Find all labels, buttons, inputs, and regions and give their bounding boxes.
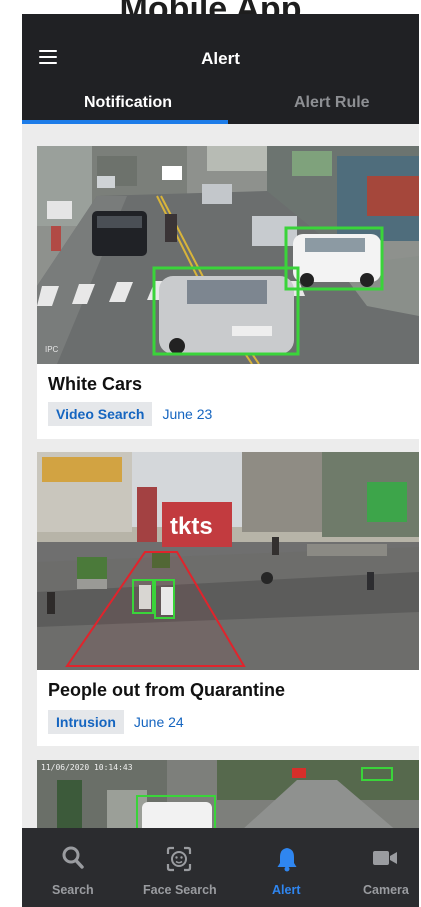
nav-alert[interactable]: Alert <box>247 828 327 907</box>
bell-icon <box>277 848 297 872</box>
alert-type-tag: Video Search <box>48 402 153 426</box>
nav-label-face-search: Face Search <box>143 883 217 897</box>
card-title: White Cars <box>48 374 143 394</box>
tab-notification[interactable]: Notification <box>84 94 172 112</box>
nav-face-search[interactable]: Face Search <box>122 828 232 907</box>
card-meta: Video Search June 23 <box>48 402 212 426</box>
bottom-navigation: Search Face Search Alert Camera <box>22 828 419 907</box>
nav-camera[interactable]: Camera <box>342 828 419 907</box>
app-bar: Alert Notification Alert Rule <box>22 14 419 124</box>
camera-timestamp: 11/06/2020 10:14:43 <box>41 763 133 772</box>
nav-label-camera: Camera <box>363 883 409 897</box>
alert-snapshot-street[interactable]: IPC <box>37 146 419 364</box>
nav-label-alert: Alert <box>272 883 301 897</box>
phone-screen: Alert Notification Alert Rule IPC White … <box>22 14 419 907</box>
alert-type-tag: Intrusion <box>48 710 124 734</box>
alert-date: June 24 <box>133 714 184 730</box>
notification-feed[interactable]: IPC White Cars Video Search June 23 tkts… <box>22 124 419 844</box>
tab-alert-rule[interactable]: Alert Rule <box>294 94 370 112</box>
alert-snapshot-plaza[interactable]: tkts <box>37 452 419 670</box>
face-scan-icon <box>166 846 192 872</box>
alert-date: June 23 <box>162 406 213 422</box>
alert-card[interactable]: IPC White Cars Video Search June 23 <box>37 146 419 439</box>
alert-card[interactable]: tkts People out from Quarantine Intrusio… <box>37 452 419 746</box>
screenshot-caption: Mobile App <box>0 0 421 14</box>
tkts-sign: tkts <box>170 513 213 540</box>
page-title: Alert <box>201 49 240 68</box>
card-meta: Intrusion June 24 <box>48 710 184 734</box>
nav-search[interactable]: Search <box>22 828 122 907</box>
nav-label-search: Search <box>52 883 94 897</box>
search-icon <box>62 846 84 869</box>
card-title: People out from Quarantine <box>48 680 286 700</box>
camera-watermark: IPC <box>45 345 59 354</box>
video-camera-icon <box>373 851 397 865</box>
